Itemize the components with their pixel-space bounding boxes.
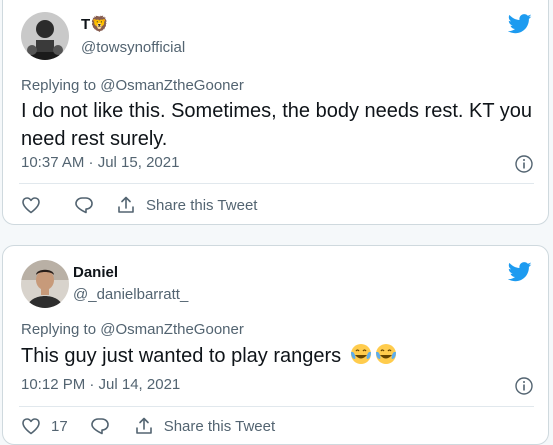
share-icon[interactable] <box>116 195 136 215</box>
heart-icon[interactable] <box>21 195 41 215</box>
tweet-text: I do not like this. Sometimes, the body … <box>21 100 533 150</box>
tweet-actions: 17 Share this Tweet <box>21 414 275 438</box>
divider <box>19 406 534 407</box>
tweet-text: This guy just wanted to play rangers <box>21 342 541 370</box>
twitter-bird-icon[interactable] <box>508 14 532 34</box>
replying-to: Replying to @OsmanZtheGooner <box>21 321 244 338</box>
tweet-card[interactable]: T🦁 @towsynofficial Replying to @OsmanZth… <box>2 0 549 225</box>
like-count: 17 <box>51 417 68 435</box>
face-with-tears-of-joy-emoji <box>350 344 371 364</box>
user-handle[interactable]: @_danielbarratt_ <box>73 286 188 303</box>
timestamp[interactable]: 10:12 PM · Jul 14, 2021 <box>21 376 180 393</box>
replying-to: Replying to @OsmanZtheGooner <box>21 77 244 94</box>
replying-prefix: Replying to <box>21 77 101 94</box>
tweet-card[interactable]: Daniel @_danielbarratt_ Replying to @Osm… <box>2 245 549 445</box>
tweet-text-body: This guy just wanted to play rangers <box>21 345 342 367</box>
info-icon[interactable] <box>515 155 533 173</box>
twitter-bird-icon[interactable] <box>508 262 532 282</box>
share-tweet-label[interactable]: Share this Tweet <box>146 197 257 214</box>
user-handle[interactable]: @towsynofficial <box>81 39 185 56</box>
display-name[interactable]: Daniel <box>73 264 118 281</box>
divider <box>19 183 534 184</box>
mention-link[interactable]: @OsmanZtheGooner <box>100 321 244 338</box>
info-icon[interactable] <box>515 377 533 395</box>
display-name[interactable]: T🦁 <box>81 15 109 33</box>
share-tweet-label[interactable]: Share this Tweet <box>164 418 275 435</box>
tweet-actions: Share this Tweet <box>21 193 257 217</box>
avatar[interactable] <box>21 12 69 60</box>
replying-prefix: Replying to <box>21 321 101 338</box>
avatar[interactable] <box>21 260 69 308</box>
heart-icon[interactable] <box>21 416 41 436</box>
face-with-tears-of-joy-emoji <box>375 344 396 364</box>
reply-bubble-icon[interactable] <box>74 195 94 215</box>
mention-link[interactable]: @OsmanZtheGooner <box>100 77 244 94</box>
reply-bubble-icon[interactable] <box>90 416 110 436</box>
timestamp[interactable]: 10:37 AM · Jul 15, 2021 <box>21 154 179 171</box>
share-icon[interactable] <box>134 416 154 436</box>
